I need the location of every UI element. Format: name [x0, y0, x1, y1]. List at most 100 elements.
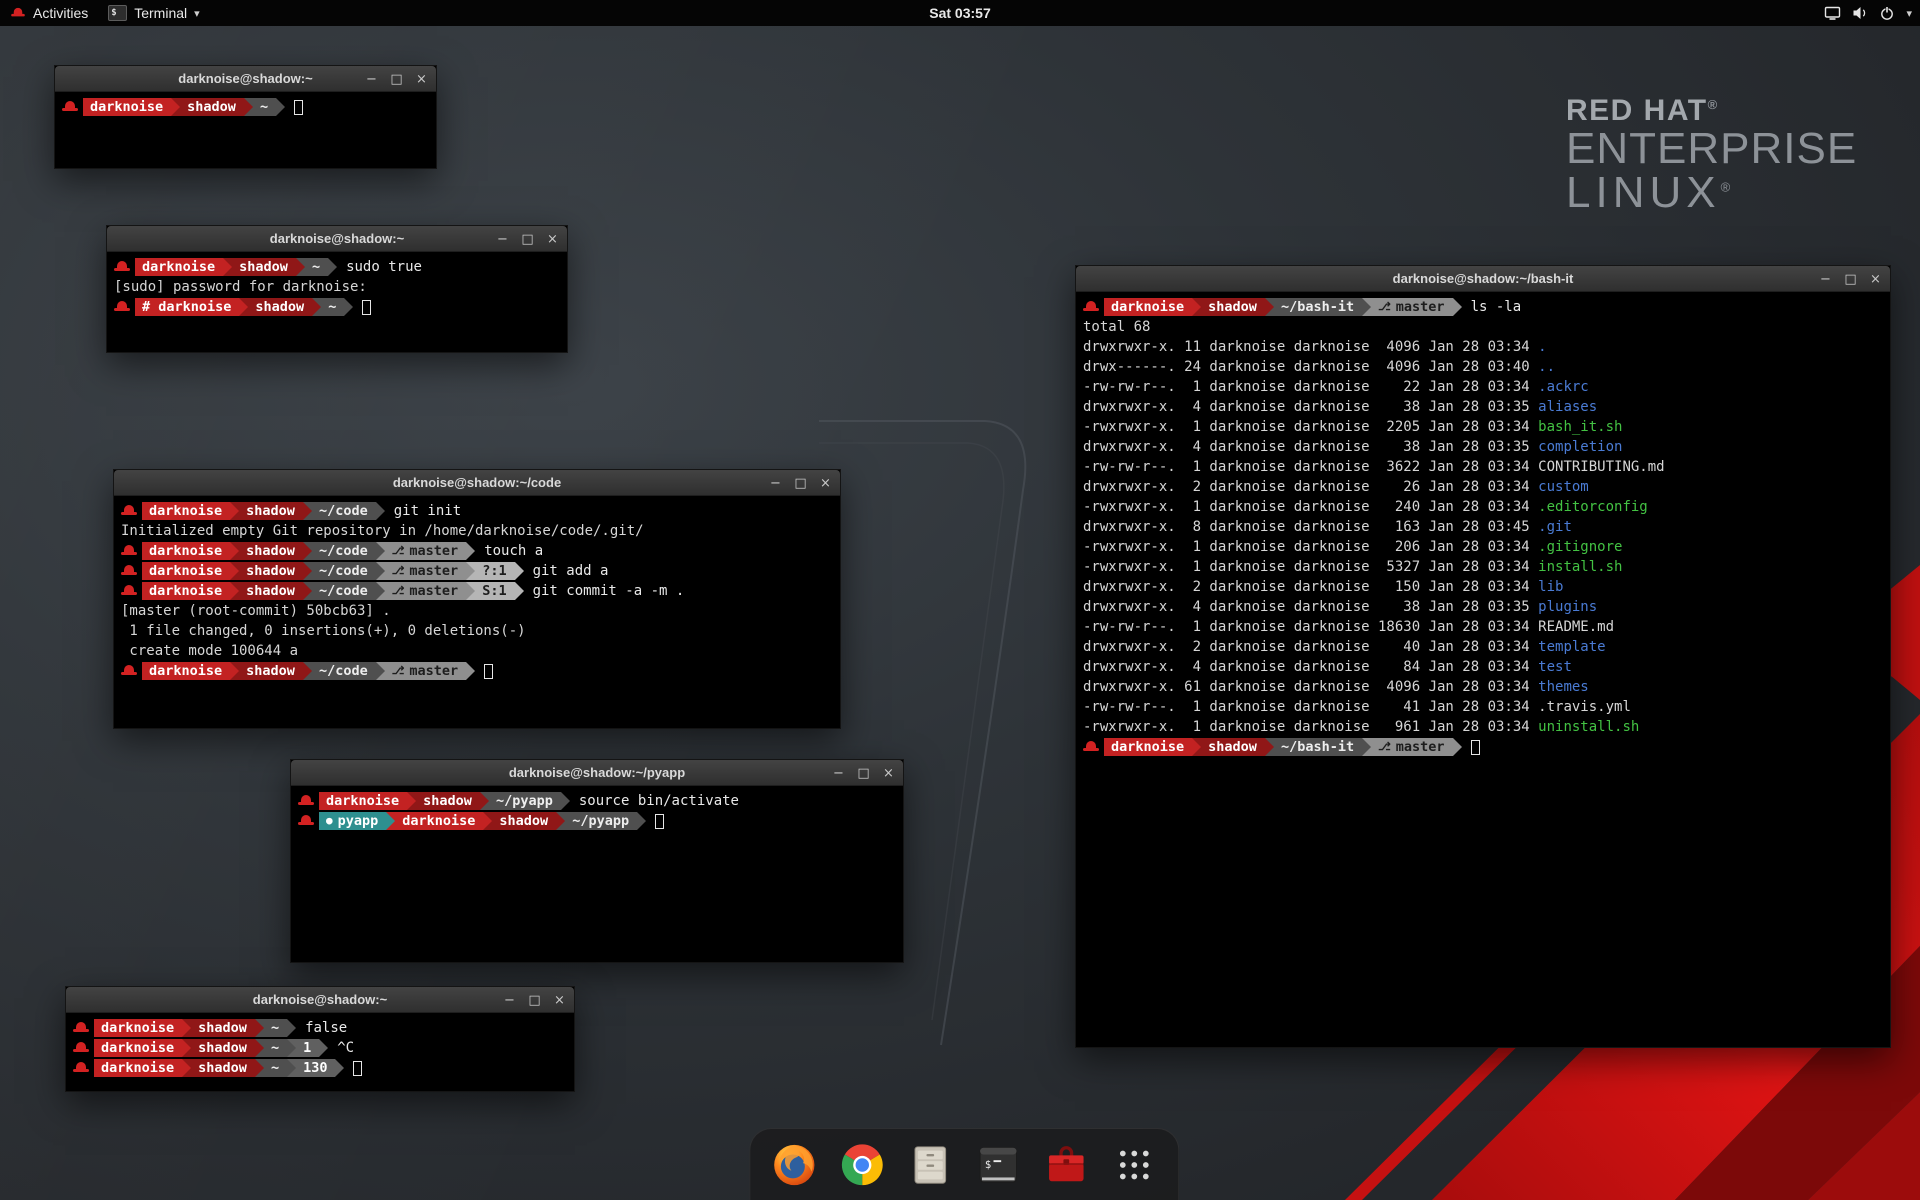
powerline-separator: [230, 662, 239, 680]
powerline-separator: [1192, 298, 1201, 316]
dock-item-app-grid[interactable]: [1108, 1139, 1160, 1191]
terminal-output-line: -rwxrwxr-x. 1 darknoise darknoise 2205 J…: [1083, 417, 1883, 437]
terminal-content[interactable]: darknoiseshadow~/codegit initInitialized…: [114, 496, 840, 728]
file-name: plugins: [1538, 597, 1597, 617]
prompt-segment-path: ~: [253, 98, 276, 116]
prompt-segment-user: darknoise: [135, 258, 223, 276]
terminal-output-line: drwxrwxr-x. 4 darknoise darknoise 38 Jan…: [1083, 437, 1883, 457]
terminal-output-line: drwxrwxr-x. 61 darknoise darknoise 4096 …: [1083, 677, 1883, 697]
terminal-prompt-line: darknoiseshadow~/code⎇masterS:1git commi…: [121, 581, 833, 601]
terminal-output-line: drwxrwxr-x. 4 darknoise darknoise 84 Jan…: [1083, 657, 1883, 677]
terminal-output-line: drwxrwxr-x. 2 darknoise darknoise 150 Ja…: [1083, 577, 1883, 597]
file-name: aliases: [1538, 397, 1597, 417]
terminal-content[interactable]: darknoiseshadow~sudo true[sudo] password…: [107, 252, 567, 352]
window-title: darknoise@shadow:~/pyapp: [291, 760, 903, 786]
output-text: -rwxrwxr-x. 1 darknoise darknoise 2205 J…: [1083, 417, 1538, 437]
dock-item-toolbox[interactable]: [1040, 1139, 1092, 1191]
registered-mark: ®: [1708, 97, 1719, 112]
minimize-button[interactable]: −: [365, 72, 378, 87]
prompt-segment-host: shadow: [239, 582, 303, 600]
powerline-separator: [276, 98, 285, 116]
minimize-button[interactable]: −: [769, 476, 782, 491]
dock-item-files[interactable]: [904, 1139, 956, 1191]
maximize-button[interactable]: □: [528, 993, 541, 1008]
terminal-content[interactable]: darknoiseshadow~: [55, 92, 436, 168]
close-button[interactable]: ×: [415, 72, 428, 87]
window-titlebar[interactable]: darknoise@shadow:~/bash-it − □ ×: [1076, 266, 1890, 292]
output-text: -rw-rw-r--. 1 darknoise darknoise 22 Jan…: [1083, 377, 1538, 397]
redhat-prompt-icon: [121, 544, 137, 558]
output-text: -rwxrwxr-x. 1 darknoise darknoise 961 Ja…: [1083, 717, 1538, 737]
powerline-separator: [182, 1039, 191, 1057]
window-titlebar[interactable]: darknoise@shadow:~ − □ ×: [66, 987, 574, 1013]
window-titlebar[interactable]: darknoise@shadow:~/pyapp − □ ×: [291, 760, 903, 786]
output-text: drwxrwxr-x. 11 darknoise darknoise 4096 …: [1083, 337, 1538, 357]
activities-label: Activities: [33, 5, 88, 21]
output-text: 1 file changed, 0 insertions(+), 0 delet…: [121, 621, 526, 641]
maximize-button[interactable]: □: [1844, 272, 1857, 287]
minimize-button[interactable]: −: [496, 232, 509, 247]
prompt-segment-user: darknoise: [1104, 298, 1192, 316]
terminal-content[interactable]: darknoiseshadow~/pyappsource bin/activat…: [291, 786, 903, 962]
maximize-button[interactable]: □: [521, 232, 534, 247]
close-button[interactable]: ×: [553, 993, 566, 1008]
dock-item-chrome[interactable]: [836, 1139, 888, 1191]
window-titlebar[interactable]: darknoise@shadow:~ − □ ×: [55, 66, 436, 92]
minimize-button[interactable]: −: [832, 766, 845, 781]
dock-item-terminal[interactable]: $: [972, 1139, 1024, 1191]
window-title: darknoise@shadow:~/bash-it: [1076, 266, 1890, 292]
prompt-segment-user: darknoise: [94, 1059, 182, 1077]
dock-item-firefox[interactable]: [768, 1139, 820, 1191]
terminal-app-icon: $: [975, 1142, 1021, 1188]
prompt-segment-path: ~/pyapp: [489, 792, 561, 810]
powerline-separator: [255, 1019, 264, 1037]
prompt-segment-path: ~/pyapp: [565, 812, 637, 830]
chevron-down-icon: ▾: [194, 7, 200, 20]
window-titlebar[interactable]: darknoise@shadow:~/code − □ ×: [114, 470, 840, 496]
prompt-segment-user: # darknoise: [135, 298, 239, 316]
powerline-separator: [182, 1019, 191, 1037]
app-menu[interactable]: $ Terminal ▾: [98, 0, 209, 26]
minimize-button[interactable]: −: [1819, 272, 1832, 287]
prompt-segment-host: shadow: [492, 812, 556, 830]
close-button[interactable]: ×: [819, 476, 832, 491]
app-menu-label: Terminal: [134, 5, 187, 21]
terminal-prompt-line: darknoiseshadow~sudo true: [114, 257, 560, 277]
command-text: ls -la: [1462, 297, 1522, 317]
terminal-prompt-line: # darknoiseshadow~: [114, 297, 560, 317]
powerline-separator: [466, 582, 475, 600]
activities-button[interactable]: Activities: [0, 0, 98, 26]
prompt-segment-path: ~/code: [312, 542, 376, 560]
powerline-separator: [376, 562, 385, 580]
dock: $: [749, 1128, 1179, 1200]
terminal-window-sudo: darknoise@shadow:~ − □ × darknoise shadow…: [106, 225, 568, 353]
minimize-button[interactable]: −: [503, 993, 516, 1008]
file-name: install.sh: [1538, 557, 1622, 577]
redhat-prompt-icon: [62, 100, 78, 114]
prompt-segment-host: shadow: [232, 258, 296, 276]
maximize-button[interactable]: □: [390, 72, 403, 87]
powerline-separator: [230, 582, 239, 600]
window-titlebar[interactable]: darknoise@shadow:~ − □ ×: [107, 226, 567, 252]
close-button[interactable]: ×: [546, 232, 559, 247]
close-button[interactable]: ×: [1869, 272, 1882, 287]
close-button[interactable]: ×: [882, 766, 895, 781]
terminal-content[interactable]: darknoiseshadow~falsedarknoiseshadow~1^C…: [66, 1013, 574, 1091]
maximize-button[interactable]: □: [794, 476, 807, 491]
prompt-segment-user: darknoise: [94, 1019, 182, 1037]
maximize-button[interactable]: □: [857, 766, 870, 781]
terminal-output-line: [master (root-commit) 50bcb63] .: [121, 601, 833, 621]
window-title: darknoise@shadow:~: [66, 987, 574, 1013]
file-name: .gitignore: [1538, 537, 1622, 557]
prompt-segment-user: darknoise: [142, 502, 230, 520]
powerline-separator: [303, 562, 312, 580]
terminal-content[interactable]: darknoiseshadow~/bash-it⎇masterls -latot…: [1076, 292, 1890, 1047]
terminal-window-pyapp: darknoise@shadow:~/pyapp − □ × darknoise…: [290, 759, 904, 963]
clock[interactable]: Sat 03:57: [929, 5, 990, 21]
firefox-icon: [771, 1142, 817, 1188]
command-text: source bin/activate: [570, 791, 739, 811]
prompt-segment-path: ~: [264, 1059, 287, 1077]
powerline-separator: [303, 502, 312, 520]
prompt-segment-host: shadow: [1201, 738, 1265, 756]
system-status-area[interactable]: ▾: [1824, 0, 1912, 26]
